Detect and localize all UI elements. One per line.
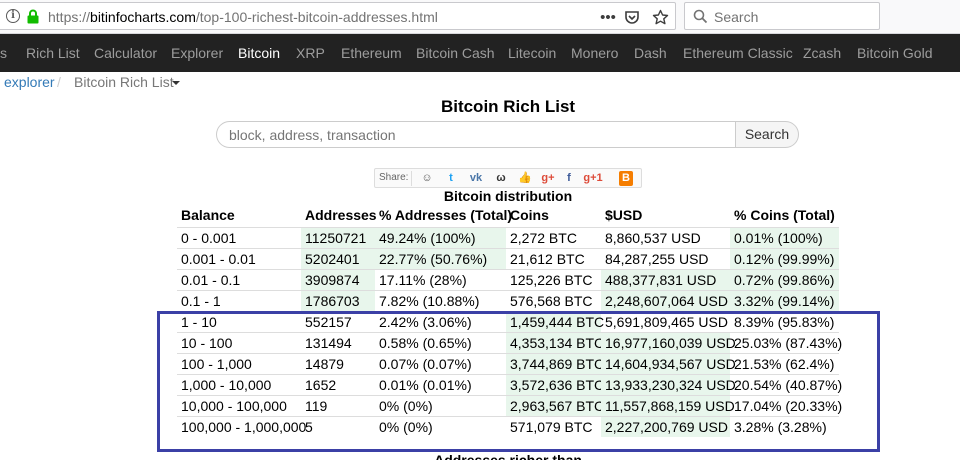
site-search: Search [216,121,799,148]
url-bar[interactable]: i https://bitinfocharts.com/top-100-rich… [0,2,676,30]
nav-item-bitcoin[interactable]: Bitcoin [238,45,280,61]
cell-pct-coins: 0.72% (99.86%) [730,270,839,290]
header-usd: $USD [605,207,643,223]
nav-item-xrp[interactable]: XRP [296,45,325,61]
cell-usd: 488,377,831 USD [601,270,730,290]
nav-item-truncated[interactable]: s [0,45,7,61]
cell-pct-addresses: 17.11% (28%) [379,272,467,288]
facebook-icon[interactable]: f [561,171,577,186]
google-plus-one-icon[interactable]: g+1 [579,171,607,186]
cell-addresses: 5202401 [301,249,375,269]
site-navbar: s Rich List Calculator Explorer Bitcoin … [0,34,960,72]
like-icon[interactable]: 👍 [517,171,533,186]
page-actions-menu-icon[interactable]: ••• [598,7,618,29]
breadcrumb-separator: / [57,74,61,90]
cell-balance: 0.001 - 0.01 [181,251,256,267]
table-row: 0.001 - 0.01 5202401 22.77% (50.76%) 21,612… [177,248,839,269]
header-pct-coins: % Coins (Total) [734,207,835,223]
twitter-icon[interactable]: t [443,171,459,186]
nav-item-zcash[interactable]: Zcash [803,45,841,61]
cell-usd: 8,860,537 USD [605,230,701,246]
breadcrumb-explorer-link[interactable]: explorer [4,74,55,90]
cell-balance: 0.01 - 0.1 [181,272,241,288]
cell-balance: 0.1 - 1 [181,293,221,309]
cell-coins: 576,568 BTC [510,293,593,309]
share-label: Share: [379,172,409,183]
highlight-annotation-frame [157,311,880,452]
cell-pct-addresses: 49.24% (100%) [375,228,506,248]
cell-addresses: 1786703 [301,291,375,311]
nav-item-bitcoin-gold[interactable]: Bitcoin Gold [857,45,932,61]
caret-down-icon[interactable] [172,81,180,85]
share-divider [411,171,412,186]
breadcrumb-current-dropdown[interactable]: Bitcoin Rich List [74,74,174,90]
reddit-icon[interactable]: ☺ [419,171,435,186]
lock-icon[interactable] [26,9,40,24]
nav-item-ethereum[interactable]: Ethereum [341,45,402,61]
next-section-title: Addresses richer than [434,452,582,460]
nav-item-explorer[interactable]: Explorer [171,45,223,61]
cell-usd: 84,287,255 USD [605,251,709,267]
nav-item-bitcoin-cash[interactable]: Bitcoin Cash [416,45,495,61]
browser-search-box[interactable]: Search [684,2,880,30]
cell-pct-addresses: 7.82% (10.88%) [379,293,480,309]
site-search-button[interactable]: Search [735,121,799,148]
header-balance: Balance [181,207,235,223]
nav-item-rich-list[interactable]: Rich List [26,45,80,61]
header-pct-addresses: % Addresses (Total) [379,207,513,223]
pocket-icon[interactable] [624,10,640,26]
nav-item-dash[interactable]: Dash [634,45,667,61]
site-search-input[interactable] [216,121,736,148]
search-icon [693,9,708,24]
nav-item-ethereum-classic[interactable]: Ethereum Classic [683,45,793,61]
nav-item-monero[interactable]: Monero [571,45,618,61]
table-row: 0.1 - 1 1786703 7.82% (10.88%) 576,568 BTC 2… [177,290,839,311]
distribution-title: Bitcoin distribution [443,188,573,204]
cell-balance: 0 - 0.001 [181,230,237,246]
bookmark-star-icon[interactable] [652,9,669,26]
nav-item-litecoin[interactable]: Litecoin [508,45,556,61]
weibo-icon[interactable]: ω [493,171,509,186]
header-addresses: Addresses [305,207,377,223]
browser-toolbar: i https://bitinfocharts.com/top-100-rich… [0,0,960,34]
blogger-icon[interactable]: B [619,171,633,186]
info-icon[interactable]: i [6,9,20,23]
cell-addresses: 11250721 [301,228,375,248]
share-bar: Share: ☺ t vk ω 👍 g+ f g+1 B [374,168,642,188]
cell-coins: 2,272 BTC [510,230,577,246]
cell-usd: 2,248,607,064 USD [601,291,730,311]
cell-pct-addresses: 22.77% (50.76%) [375,249,506,269]
vk-icon[interactable]: vk [468,171,484,186]
cell-pct-coins: 3.32% (99.14%) [730,291,839,311]
url-text[interactable]: https://bitinfocharts.com/top-100-riches… [48,9,438,25]
search-placeholder: Search [714,9,759,25]
cell-addresses: 3909874 [301,270,375,290]
nav-item-calculator[interactable]: Calculator [94,45,157,61]
google-plus-icon[interactable]: g+ [540,171,556,186]
cell-coins: 125,226 BTC [510,272,593,288]
page-title: Bitcoin Rich List [440,97,576,116]
header-coins: Coins [510,207,549,223]
cell-coins: 21,612 BTC [510,251,585,267]
cell-pct-coins: 0.01% (100%) [730,228,839,248]
table-row: 0.01 - 0.1 3909874 17.11% (28%) 125,226 BTC… [177,269,839,290]
cell-pct-coins: 0.12% (99.99%) [730,249,839,269]
table-row: 0 - 0.001 11250721 49.24% (100%) 2,272 BTC 8… [177,227,839,248]
